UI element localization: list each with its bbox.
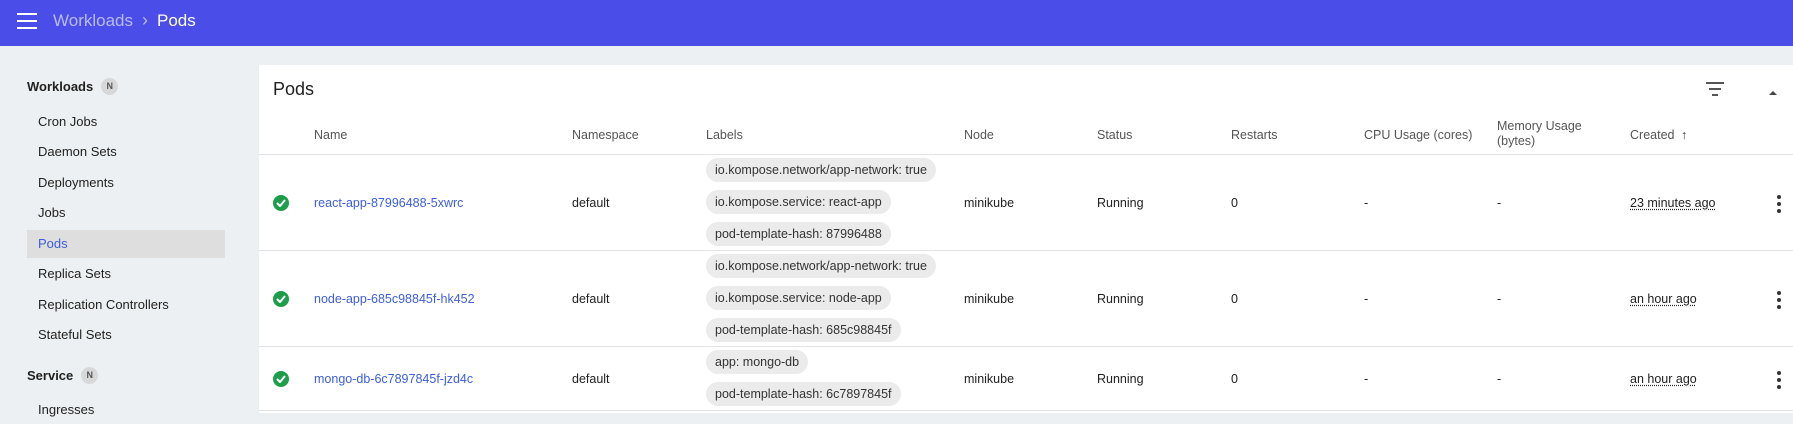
top-app-bar: Workloads › Pods	[0, 0, 1793, 46]
pod-name-link[interactable]: react-app-87996488-5xwrc	[314, 196, 463, 210]
pod-cpu-usage: -	[1364, 292, 1369, 306]
header-divider	[259, 154, 1793, 155]
column-header-cpu-usage[interactable]: CPU Usage (cores)	[1364, 128, 1472, 143]
pod-created: an hour ago	[1630, 372, 1697, 386]
pod-status: Running	[1097, 196, 1144, 210]
pod-status: Running	[1097, 292, 1144, 306]
pod-node: minikube	[964, 292, 1015, 306]
column-header-labels: Labels	[706, 128, 743, 142]
pod-name-link[interactable]: mongo-db-6c7897845f-jzd4c	[314, 372, 473, 386]
breadcrumb: Workloads › Pods	[53, 10, 196, 31]
pod-status: Running	[1097, 372, 1144, 386]
pod-node: minikube	[964, 372, 1015, 386]
pods-card: Pods Name Namespace Labels Node Status R…	[259, 65, 1793, 413]
sidebar-item-replication-controllers[interactable]: Replication Controllers	[27, 291, 225, 319]
label-chip: io.kompose.network/app-network: true	[706, 254, 936, 278]
column-header-created-label: Created	[1630, 128, 1675, 142]
collapse-caret-icon[interactable]	[1766, 85, 1780, 95]
pod-name-link[interactable]: node-app-685c98845f-hk452	[314, 292, 475, 306]
breadcrumb-current: Pods	[157, 10, 196, 30]
row-divider	[259, 250, 1793, 251]
row-divider	[259, 346, 1793, 347]
label-chip: io.kompose.network/app-network: true	[706, 158, 936, 182]
label-chip: pod-template-hash: 6c7897845f	[706, 382, 901, 406]
namespaced-badge: N	[81, 367, 99, 384]
breadcrumb-workloads-link[interactable]: Workloads	[53, 11, 133, 31]
sidebar-item-deployments[interactable]: Deployments	[27, 169, 225, 197]
page-title: Pods	[273, 79, 315, 99]
row-divider	[259, 410, 1793, 411]
column-header-restarts[interactable]: Restarts	[1231, 128, 1278, 143]
status-ok-icon	[273, 291, 289, 307]
column-header-node[interactable]: Node	[964, 128, 994, 143]
pod-cpu-usage: -	[1364, 372, 1369, 386]
label-chip: app: mongo-db	[706, 350, 809, 374]
pod-memory-usage: -	[1497, 292, 1502, 306]
column-header-name[interactable]: Name	[314, 128, 347, 143]
pod-created: 23 minutes ago	[1630, 196, 1716, 210]
pod-memory-usage: -	[1497, 196, 1502, 210]
sidebar-item-stateful-sets[interactable]: Stateful Sets	[27, 321, 225, 349]
sort-ascending-icon: ↑	[1680, 128, 1688, 142]
label-chip: io.kompose.service: react-app	[706, 190, 891, 214]
column-header-status[interactable]: Status	[1097, 128, 1132, 143]
pod-restarts: 0	[1231, 372, 1238, 386]
column-header-memory-usage[interactable]: Memory Usage (bytes)	[1497, 119, 1607, 149]
sidebar-item-pods[interactable]: Pods	[27, 230, 225, 258]
label-chip: io.kompose.service: node-app	[706, 286, 891, 310]
chevron-right-icon: ›	[142, 10, 148, 30]
sidebar-item-cron-jobs[interactable]: Cron Jobs	[27, 108, 225, 136]
more-vert-icon[interactable]	[1777, 291, 1781, 309]
filter-icon[interactable]	[1705, 82, 1725, 98]
more-vert-icon[interactable]	[1777, 371, 1781, 389]
pod-cpu-usage: -	[1364, 196, 1369, 210]
namespaced-badge: N	[101, 78, 119, 95]
status-ok-icon	[273, 195, 289, 211]
sidebar-section-label: Workloads	[27, 79, 94, 94]
sidebar-item-ingresses[interactable]: Ingresses	[27, 396, 225, 424]
pod-restarts: 0	[1231, 292, 1238, 306]
pod-namespace: default	[572, 196, 610, 210]
pod-restarts: 0	[1231, 196, 1238, 210]
more-vert-icon[interactable]	[1777, 195, 1781, 213]
pod-namespace: default	[572, 292, 610, 306]
column-header-created[interactable]: Created ↑	[1630, 128, 1687, 143]
pod-memory-usage: -	[1497, 372, 1502, 386]
sidebar-item-daemon-sets[interactable]: Daemon Sets	[27, 138, 225, 166]
pod-namespace: default	[572, 372, 610, 386]
pod-created: an hour ago	[1630, 292, 1697, 306]
label-chip: pod-template-hash: 685c98845f	[706, 318, 901, 342]
hamburger-menu-icon[interactable]	[17, 13, 37, 31]
pod-node: minikube	[964, 196, 1015, 210]
sidebar-section-service[interactable]: Service N	[27, 367, 99, 384]
status-ok-icon	[273, 371, 289, 387]
column-header-namespace[interactable]: Namespace	[572, 128, 639, 143]
sidebar-section-workloads[interactable]: Workloads N	[27, 78, 119, 95]
label-chip: pod-template-hash: 87996488	[706, 222, 891, 246]
sidebar-section-label: Service	[27, 368, 74, 383]
sidebar: Workloads N Cron Jobs Daemon Sets Deploy…	[0, 46, 255, 417]
sidebar-item-jobs[interactable]: Jobs	[27, 199, 225, 227]
sidebar-item-replica-sets[interactable]: Replica Sets	[27, 260, 225, 288]
